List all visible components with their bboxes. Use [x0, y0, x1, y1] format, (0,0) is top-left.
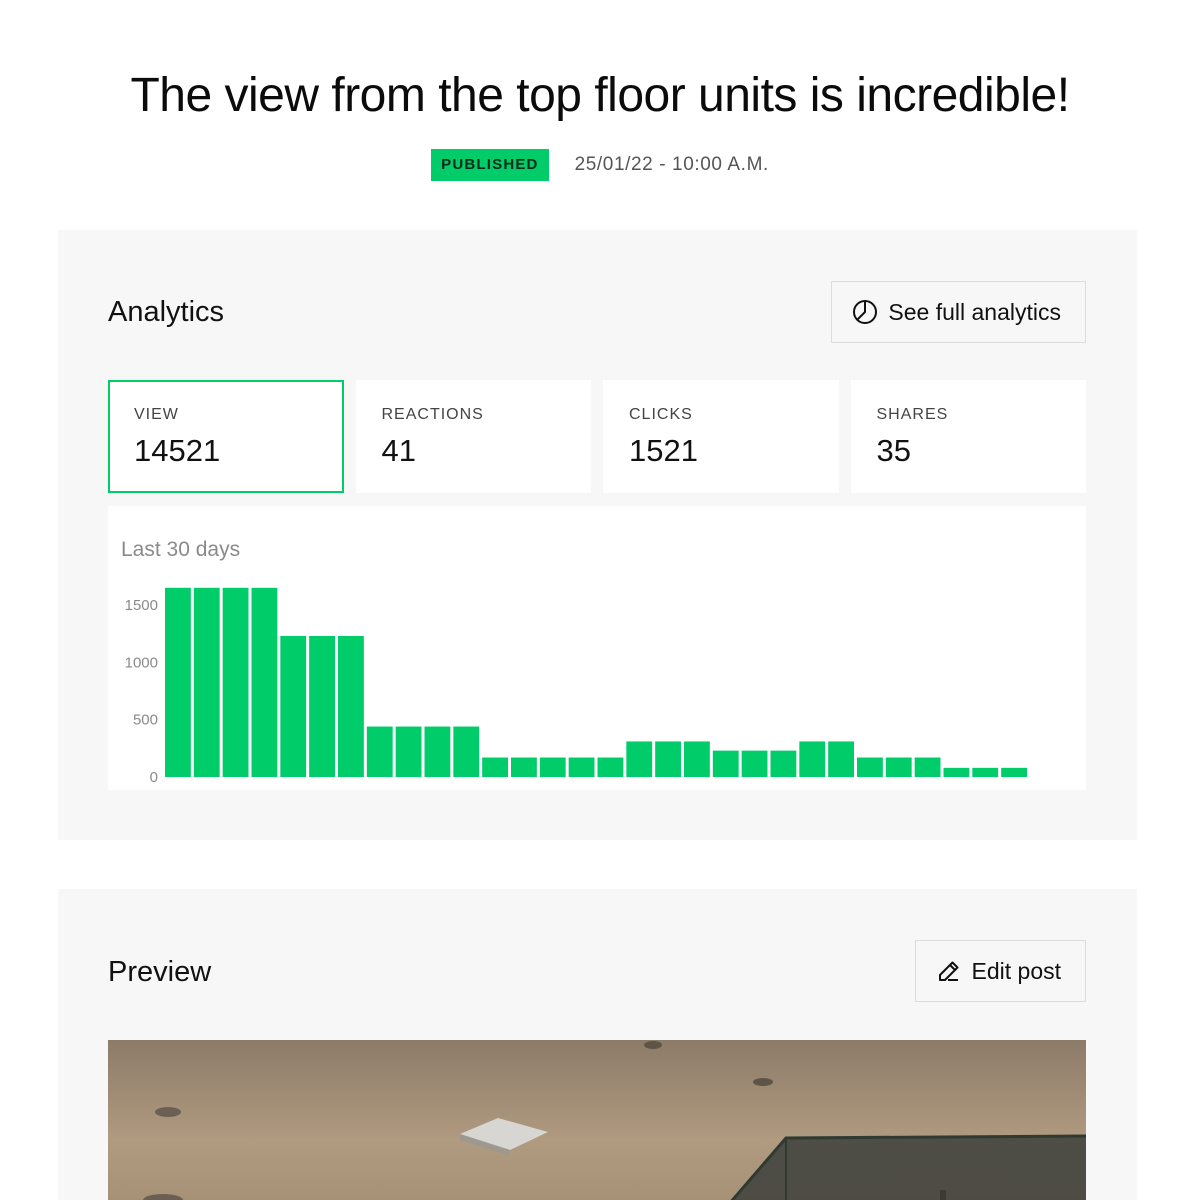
chart-bar[interactable] — [424, 726, 451, 777]
chart-bar[interactable] — [597, 757, 624, 777]
stat-label: VIEW — [134, 406, 179, 423]
chart-bar[interactable] — [799, 741, 826, 777]
post-meta: PUBLISHED 25/01/22 - 10:00 A.M. — [0, 149, 1200, 181]
pencil-icon — [936, 958, 962, 984]
page-title: The view from the top floor units is inc… — [130, 69, 1070, 122]
y-tick-label: 1000 — [125, 654, 158, 671]
chart-bar[interactable] — [828, 741, 854, 777]
chart-bar[interactable] — [511, 757, 537, 777]
chart-bar[interactable] — [482, 757, 508, 777]
stat-value: 35 — [876, 433, 911, 468]
preview-panel: Preview Edit post — [58, 889, 1137, 1200]
chart-bar[interactable] — [366, 726, 393, 777]
chart-bar[interactable] — [338, 635, 364, 777]
chart-bar[interactable] — [395, 726, 422, 777]
chart-bar[interactable] — [770, 750, 797, 777]
stat-card-shares[interactable]: SHARES 35 — [850, 380, 1086, 493]
see-full-analytics-label: See full analytics — [888, 298, 1061, 325]
chart-bar[interactable] — [655, 741, 681, 777]
stat-card-view[interactable]: VIEW 14521 — [108, 380, 344, 493]
chart-caption: Last 30 days — [121, 538, 241, 561]
chart-bar[interactable] — [309, 635, 335, 777]
y-tick-label: 0 — [150, 769, 158, 786]
publish-date: 25/01/22 - 10:00 A.M. — [574, 154, 769, 175]
stats-row: VIEW 14521 REACTIONS 41 CLICKS 1521 SHAR… — [108, 380, 1086, 493]
chart-bar[interactable] — [193, 587, 220, 777]
stat-label: SHARES — [876, 406, 949, 423]
chart-bar[interactable] — [712, 750, 739, 777]
stat-value: 14521 — [134, 433, 221, 468]
pie-chart-icon — [852, 299, 878, 325]
status-badge: PUBLISHED — [431, 149, 549, 181]
chart-bar[interactable] — [885, 757, 912, 777]
chart-bar[interactable] — [857, 757, 883, 777]
chart-bar[interactable] — [280, 635, 307, 777]
chart-bar[interactable] — [222, 587, 249, 777]
y-tick-label: 500 — [133, 712, 158, 729]
see-full-analytics-button[interactable]: See full analytics — [831, 281, 1086, 343]
chart-bar[interactable] — [453, 726, 480, 777]
room-photo — [108, 1040, 1086, 1200]
y-tick-label: 1500 — [125, 597, 158, 614]
chart-bar[interactable] — [972, 767, 999, 777]
chart-bar[interactable] — [568, 757, 595, 777]
chart-bar[interactable] — [741, 750, 768, 777]
edit-post-button[interactable]: Edit post — [914, 940, 1086, 1002]
views-bar-chart: 0 500 1000 1500 — [125, 587, 1027, 786]
chart-bar[interactable] — [539, 757, 566, 777]
views-chart-card: 0 500 1000 1500 Last 30 days — [108, 506, 1086, 790]
chart-bar[interactable] — [943, 767, 970, 777]
stat-label: CLICKS — [629, 406, 693, 423]
chart-bar[interactable] — [914, 757, 941, 777]
edit-post-label: Edit post — [971, 957, 1062, 984]
preview-title: Preview — [108, 956, 212, 988]
chart-bar[interactable] — [684, 741, 710, 777]
analytics-title: Analytics — [108, 296, 225, 328]
chart-bar[interactable] — [626, 741, 653, 777]
stat-value: 1521 — [629, 433, 698, 468]
stat-card-reactions[interactable]: REACTIONS 41 — [355, 380, 591, 493]
chart-bar[interactable] — [1001, 767, 1027, 777]
stat-value: 41 — [381, 433, 416, 468]
chart-bar[interactable] — [165, 587, 191, 777]
analytics-panel: Analytics See full analytics VIEW 14521 … — [58, 230, 1137, 840]
stat-card-clicks[interactable]: CLICKS 1521 — [603, 380, 839, 493]
preview-image — [108, 1040, 1086, 1200]
stat-label: REACTIONS — [381, 406, 484, 423]
chart-bar[interactable] — [251, 587, 278, 777]
